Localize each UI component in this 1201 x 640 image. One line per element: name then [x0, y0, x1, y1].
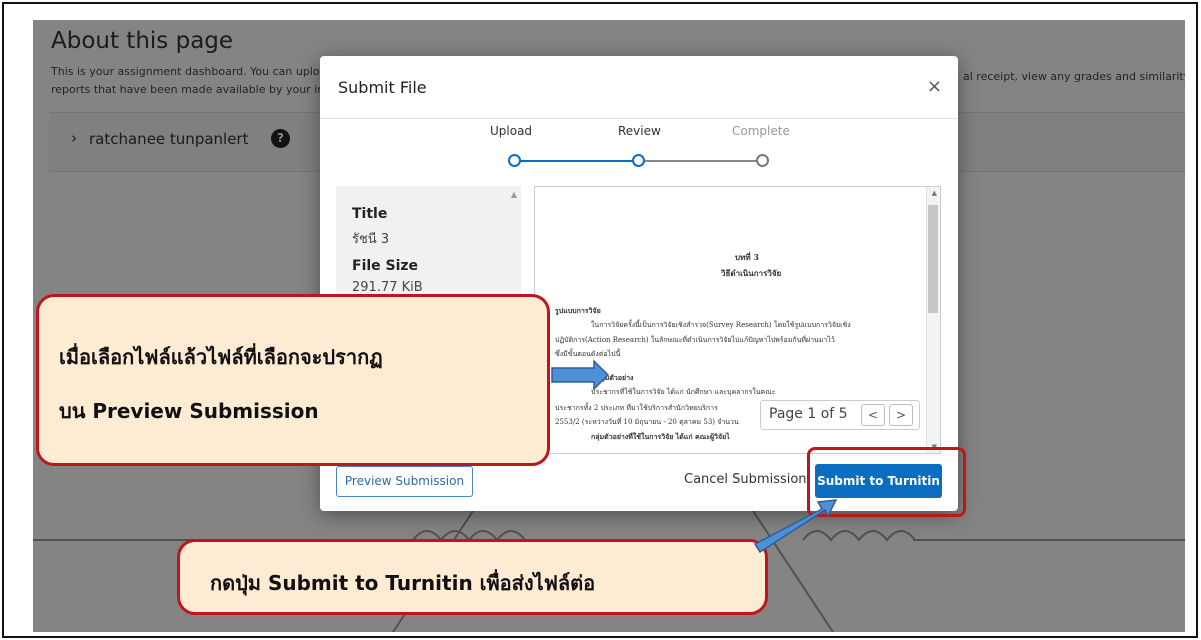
arrow-to-submit: [753, 499, 838, 554]
annotation-arrows: [551, 359, 838, 554]
arrow-to-preview: [551, 359, 610, 391]
